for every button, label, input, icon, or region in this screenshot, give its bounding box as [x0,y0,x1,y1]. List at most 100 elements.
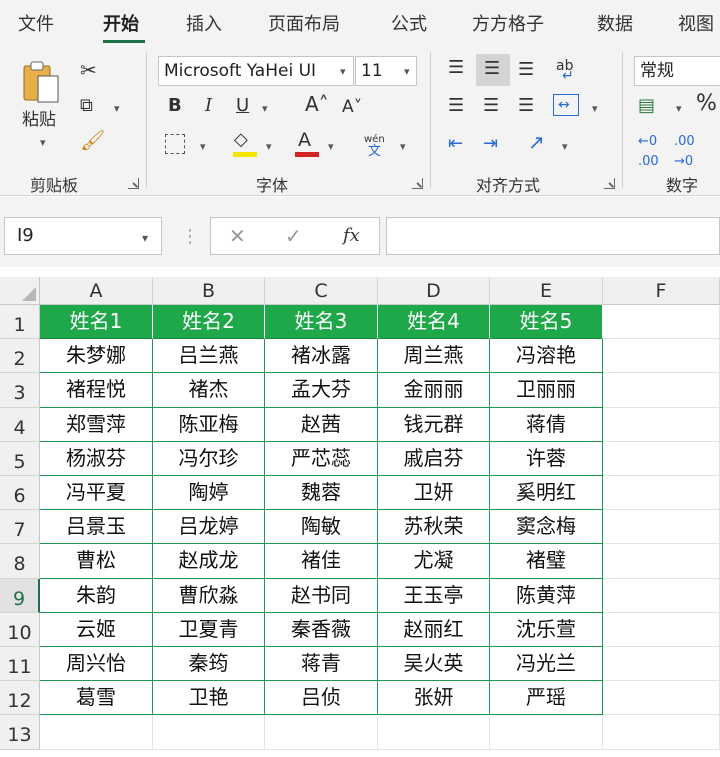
format-painter-icon[interactable]: 🖌 [80,130,105,150]
row-header-7[interactable]: 7 [0,510,40,545]
wrap-text-button[interactable]: ab ↵ [556,56,584,84]
column-header-a[interactable]: A [40,277,153,305]
more-options-icon[interactable]: ⋮ [181,227,199,247]
table-data-cell[interactable]: 许蓉 [490,441,603,476]
tab-file[interactable]: 文件 [18,10,54,36]
row-header-9[interactable]: 9 [0,578,40,613]
orientation-dropdown-icon[interactable]: ▾ [562,140,568,153]
merge-dropdown-icon[interactable]: ▾ [592,102,598,115]
table-data-cell[interactable]: 卫丽丽 [490,373,603,408]
table-data-cell[interactable]: 褚冰露 [265,339,378,374]
align-bottom-icon[interactable]: ☰ [518,60,534,80]
number-format-select[interactable]: 常规 [634,56,720,86]
table-data-cell[interactable]: 蒋倩 [490,407,603,442]
row-header-11[interactable]: 11 [0,647,40,682]
table-data-cell[interactable]: 魏蓉 [265,476,378,511]
paste-button[interactable] [18,58,66,114]
table-header-cell[interactable]: 姓名4 [378,305,490,340]
table-data-cell[interactable]: 窦念梅 [490,510,603,545]
table-data-cell[interactable]: 赵书同 [265,578,378,613]
increase-decimal-icon[interactable]: ←0.00 [638,132,659,172]
table-data-cell[interactable]: 陈黄萍 [490,578,603,613]
font-name-select[interactable]: Microsoft YaHei UI [158,56,354,86]
table-data-cell[interactable]: 奚明红 [490,476,603,511]
empty-cell[interactable] [603,647,720,682]
font-size-dropdown-icon[interactable]: ▾ [404,65,410,78]
table-data-cell[interactable]: 赵丽红 [378,612,490,647]
empty-cell[interactable] [603,407,720,442]
table-data-cell[interactable]: 秦香薇 [265,612,378,647]
table-data-cell[interactable]: 吕侦 [265,681,378,716]
tab-fangfang[interactable]: 方方格子 [472,10,544,36]
table-data-cell[interactable]: 沈乐萱 [490,612,603,647]
empty-cell[interactable] [603,476,720,511]
alignment-launcher-icon[interactable] [604,178,615,189]
table-data-cell[interactable]: 冯尔珍 [153,441,265,476]
row-header-6[interactable]: 6 [0,476,40,511]
table-header-cell[interactable]: 姓名5 [490,305,603,340]
table-data-cell[interactable]: 褚程悦 [40,373,153,408]
table-data-cell[interactable]: 褚佳 [265,544,378,579]
formula-input[interactable] [386,217,720,255]
table-data-cell[interactable]: 金丽丽 [378,373,490,408]
empty-cell[interactable] [603,612,720,647]
decrease-indent-icon[interactable]: ⇤ [448,134,463,154]
table-data-cell[interactable]: 杨淑芬 [40,441,153,476]
empty-cell[interactable] [378,715,490,750]
table-data-cell[interactable]: 卫夏青 [153,612,265,647]
table-header-cell[interactable]: 姓名2 [153,305,265,340]
cancel-icon[interactable]: ✕ [229,226,246,246]
phonetic-button[interactable]: wén 文 [360,130,396,160]
tab-insert[interactable]: 插入 [186,10,222,36]
table-data-cell[interactable]: 冯溶艳 [490,339,603,374]
empty-cell[interactable] [490,715,603,750]
table-data-cell[interactable]: 赵茜 [265,407,378,442]
table-data-cell[interactable]: 张妍 [378,681,490,716]
percent-style-button[interactable]: % [696,93,717,115]
empty-cell[interactable] [603,544,720,579]
font-color-button[interactable]: A [292,130,322,158]
select-all-corner[interactable] [0,277,40,305]
table-data-cell[interactable]: 严瑶 [490,681,603,716]
empty-cell[interactable] [603,510,720,545]
table-data-cell[interactable]: 孟大芬 [265,373,378,408]
insert-function-button[interactable]: fx [343,226,360,246]
empty-cell[interactable] [603,441,720,476]
table-data-cell[interactable]: 严芯蕊 [265,441,378,476]
copy-icon[interactable]: ⧉ [80,96,93,116]
font-name-dropdown-icon[interactable]: ▾ [340,65,346,78]
fill-color-dropdown-icon[interactable]: ▾ [266,140,272,153]
clipboard-launcher-icon[interactable] [128,178,139,189]
table-data-cell[interactable]: 陶敏 [265,510,378,545]
row-header-13[interactable]: 13 [0,715,40,750]
table-data-cell[interactable]: 郑雪萍 [40,407,153,442]
table-data-cell[interactable]: 冯光兰 [490,647,603,682]
table-data-cell[interactable]: 冯平夏 [40,476,153,511]
empty-cell[interactable] [603,339,720,374]
table-data-cell[interactable]: 陶婷 [153,476,265,511]
empty-cell[interactable] [603,373,720,408]
empty-cell[interactable] [603,715,720,750]
tab-home[interactable]: 开始 [103,10,139,36]
table-data-cell[interactable]: 云姬 [40,612,153,647]
enter-icon[interactable]: ✓ [285,226,302,246]
table-data-cell[interactable]: 吴火英 [378,647,490,682]
row-header-4[interactable]: 4 [0,407,40,442]
table-data-cell[interactable]: 赵成龙 [153,544,265,579]
tab-formulas[interactable]: 公式 [391,10,427,36]
table-data-cell[interactable]: 朱梦娜 [40,339,153,374]
font-launcher-icon[interactable] [412,178,423,189]
tab-data[interactable]: 数据 [597,10,633,36]
column-header-e[interactable]: E [490,277,603,305]
table-data-cell[interactable]: 吕景玉 [40,510,153,545]
underline-dropdown-icon[interactable]: ▾ [262,102,268,115]
table-data-cell[interactable]: 戚启芬 [378,441,490,476]
table-data-cell[interactable]: 苏秋荣 [378,510,490,545]
increase-indent-icon[interactable]: ⇥ [483,134,498,154]
table-data-cell[interactable]: 周兰燕 [378,339,490,374]
shrink-font-button[interactable]: A˅ [342,97,362,117]
italic-button[interactable]: I [205,96,212,116]
paste-dropdown-icon[interactable]: ▾ [40,136,46,149]
accounting-dropdown-icon[interactable]: ▾ [676,102,682,115]
table-data-cell[interactable]: 陈亚梅 [153,407,265,442]
